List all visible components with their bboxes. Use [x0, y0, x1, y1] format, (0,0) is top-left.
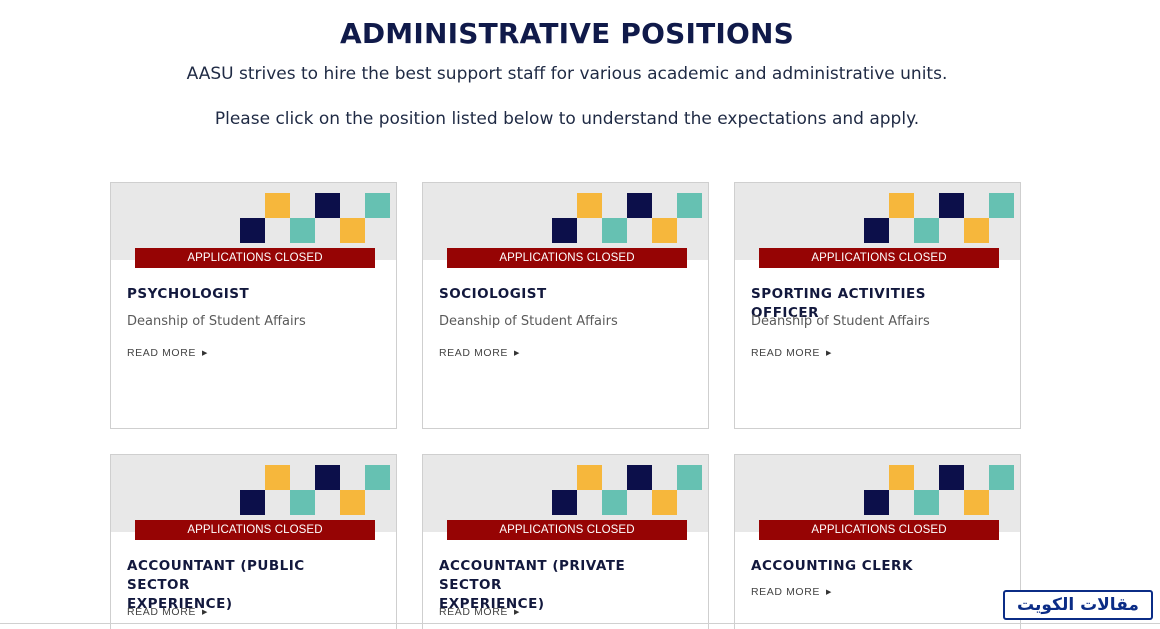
pattern-square: [889, 465, 914, 490]
department-label: Deanship of Student Affairs: [439, 314, 618, 329]
position-card-sociologist[interactable]: APPLICATIONS CLOSED SOCIOLOGIST Deanship…: [422, 182, 709, 429]
position-card-psychologist[interactable]: APPLICATIONS CLOSED PSYCHOLOGIST Deanshi…: [110, 182, 397, 429]
department-label: Deanship of Student Affairs: [127, 314, 306, 329]
read-more-label: READ MORE: [127, 606, 196, 618]
read-more-link[interactable]: READ MORE ▶: [439, 606, 520, 618]
pattern-square: [290, 490, 315, 515]
pattern-square: [989, 465, 1014, 490]
status-badge: APPLICATIONS CLOSED: [447, 248, 687, 268]
pattern-square: [290, 218, 315, 243]
read-more-label: READ MORE: [751, 347, 820, 359]
caret-right-icon: ▶: [514, 609, 520, 616]
pattern-square: [265, 465, 290, 490]
pattern-square: [602, 218, 627, 243]
pattern-square: [265, 193, 290, 218]
pattern-square: [552, 218, 577, 243]
pattern-square: [315, 193, 340, 218]
pattern-square: [939, 193, 964, 218]
position-card-sporting-activities-officer[interactable]: APPLICATIONS CLOSED SPORTING ACTIVITIES …: [734, 182, 1021, 429]
pattern-square: [365, 193, 390, 218]
watermark-logo: مقالات الكويت: [1003, 590, 1153, 620]
status-badge: APPLICATIONS CLOSED: [135, 520, 375, 540]
pattern-square: [627, 193, 652, 218]
page-title: ADMINISTRATIVE POSITIONS: [339, 17, 795, 50]
intro-text: AASU strives to hire the best support st…: [186, 64, 948, 84]
pattern-square: [240, 490, 265, 515]
read-more-label: READ MORE: [439, 347, 508, 359]
pattern-square: [964, 218, 989, 243]
pattern-square: [914, 490, 939, 515]
pattern-square: [677, 465, 702, 490]
position-card-accountant-private[interactable]: APPLICATIONS CLOSED ACCOUNTANT (PRIVATE …: [422, 454, 709, 629]
pattern-square: [577, 193, 602, 218]
pattern-square: [652, 490, 677, 515]
page-divider: [0, 623, 1160, 624]
pattern-square: [889, 193, 914, 218]
read-more-label: READ MORE: [439, 606, 508, 618]
read-more-label: READ MORE: [751, 586, 820, 598]
pattern-square: [340, 490, 365, 515]
status-badge: APPLICATIONS CLOSED: [759, 520, 999, 540]
position-title-line: ACCOUNTING CLERK: [751, 558, 913, 574]
intro-instruction: Please click on the position listed belo…: [214, 109, 920, 129]
caret-right-icon: ▶: [202, 609, 208, 616]
pattern-square: [989, 193, 1014, 218]
pattern-square: [677, 193, 702, 218]
pattern-square: [864, 218, 889, 243]
position-title-line: ACCOUNTANT (PUBLIC SECTOR: [127, 558, 305, 593]
department-label: Deanship of Student Affairs: [751, 314, 930, 329]
pattern-square: [240, 218, 265, 243]
position-title-line: SOCIOLOGIST: [439, 286, 547, 302]
position-title[interactable]: ACCOUNTING CLERK: [751, 557, 991, 576]
read-more-label: READ MORE: [127, 347, 196, 359]
status-badge: APPLICATIONS CLOSED: [447, 520, 687, 540]
status-badge: APPLICATIONS CLOSED: [135, 248, 375, 268]
pattern-square: [627, 465, 652, 490]
position-title-line: PSYCHOLOGIST: [127, 286, 250, 302]
position-title[interactable]: PSYCHOLOGIST: [127, 285, 367, 304]
position-card-accounting-clerk[interactable]: APPLICATIONS CLOSED ACCOUNTING CLERK REA…: [734, 454, 1021, 629]
position-title[interactable]: SOCIOLOGIST: [439, 285, 679, 304]
caret-right-icon: ▶: [826, 350, 832, 357]
caret-right-icon: ▶: [826, 589, 832, 596]
pattern-square: [340, 218, 365, 243]
pattern-square: [914, 218, 939, 243]
position-title-line: ACCOUNTANT (PRIVATE SECTOR: [439, 558, 626, 593]
pattern-square: [315, 465, 340, 490]
read-more-link[interactable]: READ MORE ▶: [751, 347, 832, 359]
pattern-square: [864, 490, 889, 515]
status-badge: APPLICATIONS CLOSED: [759, 248, 999, 268]
read-more-link[interactable]: READ MORE ▶: [751, 586, 832, 598]
pattern-square: [964, 490, 989, 515]
pattern-square: [577, 465, 602, 490]
position-card-accountant-public[interactable]: APPLICATIONS CLOSED ACCOUNTANT (PUBLIC S…: [110, 454, 397, 629]
pattern-square: [602, 490, 627, 515]
pattern-square: [939, 465, 964, 490]
pattern-square: [365, 465, 390, 490]
read-more-link[interactable]: READ MORE ▶: [127, 606, 208, 618]
pattern-square: [652, 218, 677, 243]
caret-right-icon: ▶: [514, 350, 520, 357]
pattern-square: [552, 490, 577, 515]
read-more-link[interactable]: READ MORE ▶: [127, 347, 208, 359]
caret-right-icon: ▶: [202, 350, 208, 357]
read-more-link[interactable]: READ MORE ▶: [439, 347, 520, 359]
